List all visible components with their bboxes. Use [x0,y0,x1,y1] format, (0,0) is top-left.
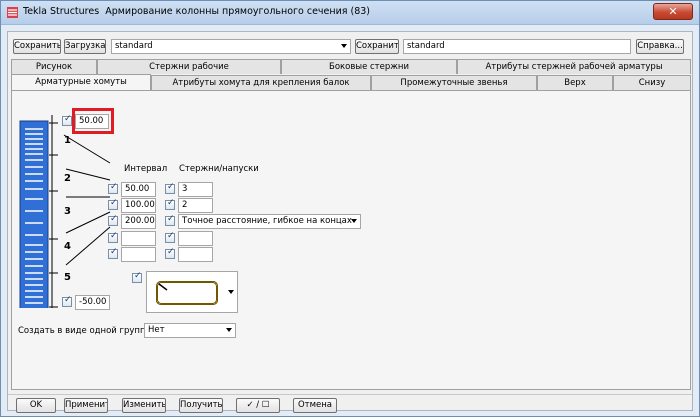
ok-button[interactable]: OK [16,398,56,413]
tab-main-bars[interactable]: Стержни рабочие [97,59,281,74]
save-button[interactable]: Сохранить [13,39,61,54]
interval-checkbox-2[interactable] [108,198,118,210]
bars-input-5[interactable] [178,247,213,262]
stirrups-tab-panel: 1 2 3 4 5 50.00 Интервал Стержни/напуски… [11,90,691,390]
interval-input-3[interactable]: 200.00 [121,214,156,229]
bottom-offset-input[interactable]: -50.00 [75,295,110,310]
tab-drawing[interactable]: Рисунок [11,59,97,74]
save-as-name-input[interactable]: standard [403,39,631,54]
dialog-client: Сохранить Загрузка standard Сохранить ка… [7,31,693,413]
spacing-type-value: Точное расстояние, гибкое на концах [182,216,352,226]
close-button[interactable]: ✕ [653,3,693,20]
window-title: Tekla Structures Армирование колонны пря… [23,6,371,17]
bars-header: Стержни/напуски [179,164,259,174]
interval-input-2[interactable]: 100.00 [121,198,156,213]
help-button[interactable]: Справка... [636,39,684,54]
spacing-type-dropdown[interactable]: Точное расстояние, гибкое на концах [178,214,361,229]
interval-checkbox-5[interactable] [108,247,118,259]
chevron-down-icon [228,290,234,294]
bars-checkbox-2[interactable] [165,198,175,210]
zone-number-5: 5 [64,272,71,283]
load-preset-dropdown[interactable]: standard [111,39,351,54]
shape-checkbox[interactable] [132,271,142,283]
interval-checkbox-1[interactable] [108,182,118,194]
chevron-down-icon [351,219,357,223]
group-label: Создать в виде одной группы [18,326,153,336]
bars-input-2[interactable]: 2 [178,198,213,213]
modify-button[interactable]: Изменить [122,398,166,413]
cancel-button[interactable]: Отмена [293,398,337,413]
zone-number-3: 3 [64,206,71,217]
interval-input-1[interactable]: 50.00 [121,182,156,197]
bars-checkbox-5[interactable] [165,247,175,259]
tab-bottom[interactable]: Снизу [613,75,691,90]
bars-input-1[interactable]: 3 [178,182,213,197]
tab-intermediate-links[interactable]: Промежуточные звенья [371,75,537,90]
tab-stirrups[interactable]: Арматурные хомуты [11,74,151,90]
bottom-offset-checkbox[interactable] [62,295,72,307]
zone-number-4: 4 [64,241,71,252]
load-button[interactable]: Загрузка [64,39,106,54]
title-bar: Tekla Structures Армирование колонны пря… [1,1,699,25]
dimension-lines [49,115,111,308]
bars-checkbox-3[interactable] [165,214,175,226]
chevron-down-icon [341,44,347,48]
interval-checkbox-4[interactable] [108,231,118,243]
zone-number-2: 2 [64,173,71,184]
toggle-all-button[interactable]: ✓ / ☐ [236,398,280,413]
interval-checkbox-3[interactable] [108,214,118,226]
top-offset-checkbox[interactable] [62,114,72,126]
group-value: Нет [148,325,165,335]
highlight-box [72,108,114,134]
bars-input-4[interactable] [178,231,213,246]
get-button[interactable]: Получить [179,398,223,413]
load-preset-value: standard [115,41,153,51]
stirrup-shape-icon [156,281,218,305]
interval-input-5[interactable] [121,247,156,262]
group-dropdown[interactable]: Нет [144,323,236,338]
bottom-separator [8,394,692,395]
stirrup-shape-picker[interactable] [146,271,238,313]
tab-side-bars[interactable]: Боковые стержни [281,59,457,74]
apply-button[interactable]: Применить [64,398,108,413]
dialog-window: Tekla Structures Армирование колонны пря… [0,0,700,417]
zone-number-1: 1 [64,135,71,146]
tab-beam-stirrup-attributes[interactable]: Атрибуты хомута для крепления балок [151,75,371,90]
interval-input-4[interactable] [121,231,156,246]
tekla-logo-icon [7,7,18,18]
save-as-button[interactable]: Сохранить как [355,39,399,54]
tab-main-bar-attributes[interactable]: Атрибуты стержней рабочей арматуры [457,59,691,74]
bars-checkbox-4[interactable] [165,231,175,243]
tab-top[interactable]: Верх [537,75,613,90]
chevron-down-icon [226,328,232,332]
bars-checkbox-1[interactable] [165,182,175,194]
interval-header: Интервал [124,164,168,174]
